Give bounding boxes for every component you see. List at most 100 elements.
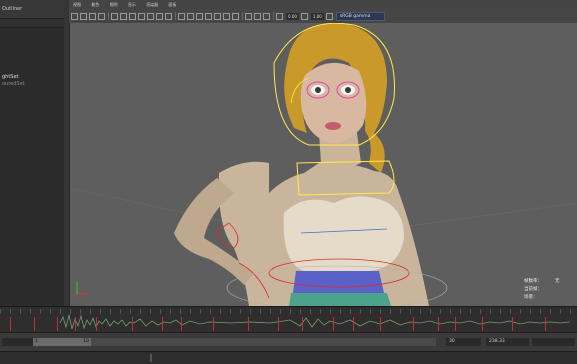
keyframe-marker[interactable] — [10, 317, 11, 331]
outliner-filter-strip[interactable] — [0, 19, 64, 28]
menu-lighting[interactable]: 照明 — [110, 2, 118, 7]
time-slider[interactable] — [0, 306, 577, 333]
timeline-tick — [530, 309, 531, 314]
shadows-icon[interactable] — [223, 12, 230, 20]
timeline-tick — [370, 309, 371, 314]
wireframe-icon[interactable] — [178, 12, 185, 20]
resolution-gate-icon[interactable] — [129, 12, 136, 20]
outliner-item-set[interactable]: ghtSet — [0, 74, 64, 81]
isolate-select-icon[interactable] — [245, 12, 252, 20]
viewport-menubar: 视图 着色 照明 显示 渲染器 面板 — [69, 0, 577, 9]
keyframe-marker[interactable] — [96, 317, 97, 331]
keyframe-marker[interactable] — [57, 317, 58, 331]
timeline-tick — [250, 309, 251, 314]
color-management-icon[interactable] — [325, 12, 333, 20]
left-pupil — [315, 87, 321, 93]
range-start-label: 1 — [35, 339, 38, 344]
menu-show[interactable]: 显示 — [128, 2, 136, 7]
keyframe-marker[interactable] — [380, 317, 381, 331]
timeline-tick — [430, 309, 431, 314]
gamma-icon[interactable] — [300, 12, 308, 20]
timeline-tick — [270, 309, 271, 314]
safe-action-icon[interactable] — [156, 12, 163, 20]
timeline-tick — [540, 309, 541, 314]
timeline-tick — [130, 309, 131, 314]
keyframe-marker[interactable] — [353, 317, 354, 331]
command-line[interactable] — [0, 351, 577, 364]
smooth-shade-icon[interactable] — [187, 12, 194, 20]
keyframe-marker[interactable] — [438, 317, 439, 331]
gate-mask-icon[interactable] — [138, 12, 145, 20]
range-slider-track[interactable] — [91, 338, 436, 346]
keyframe-marker[interactable] — [455, 317, 456, 331]
gamma-field[interactable]: 1.00 — [310, 12, 324, 20]
timeline-tick — [80, 309, 81, 314]
timeline-tick — [280, 309, 281, 314]
character-scene — [69, 23, 577, 306]
timeline-tick — [520, 309, 521, 314]
timeline-tick — [40, 309, 41, 314]
timeline-tick — [570, 309, 571, 314]
timeline-tick — [30, 309, 31, 314]
camera-attributes-icon[interactable] — [80, 12, 87, 20]
wireframe-on-shaded-icon[interactable] — [196, 12, 203, 20]
keyframe-marker[interactable] — [482, 317, 483, 331]
keyframe-marker[interactable] — [413, 317, 414, 331]
menu-view[interactable]: 视图 — [73, 2, 81, 7]
menu-renderer[interactable]: 渲染器 — [146, 2, 158, 7]
exposure-icon[interactable] — [276, 12, 283, 20]
3d-viewport[interactable]: 帧数率： 当前帧： 场景： 无 — [69, 23, 577, 306]
outliner-panel: Outliner ghtSet ouredSet — [0, 0, 65, 306]
keyframe-marker[interactable] — [34, 317, 35, 331]
camera-select-icon[interactable] — [71, 12, 78, 20]
xray-icon[interactable] — [254, 12, 261, 20]
image-plane-icon[interactable] — [98, 12, 105, 20]
range-end-field[interactable]: 30 — [446, 338, 481, 346]
xray-joints-icon[interactable] — [263, 12, 270, 20]
textured-icon[interactable] — [205, 12, 212, 20]
keyframe-marker[interactable] — [181, 317, 182, 331]
view-transform-dropdown[interactable]: sRGB gamma — [335, 11, 386, 21]
keyframe-marker[interactable] — [545, 317, 546, 331]
outliner-item-label: ghtSet — [2, 74, 19, 80]
keyframe-marker[interactable] — [302, 317, 303, 331]
fps-dropdown[interactable] — [532, 338, 575, 346]
keyframe-marker[interactable] — [75, 317, 76, 331]
outliner-item-set[interactable]: ouredSet — [0, 81, 64, 88]
timeline-tick — [410, 309, 411, 314]
animation-end-field[interactable]: 238.33 — [486, 338, 529, 346]
keyframe-marker[interactable] — [248, 317, 249, 331]
hud-label: 当前帧： — [524, 287, 542, 292]
field-chart-icon[interactable] — [147, 12, 154, 20]
range-slider-handle[interactable]: 1 10 — [33, 338, 91, 346]
use-all-lights-icon[interactable] — [214, 12, 221, 20]
keyframe-marker[interactable] — [162, 317, 163, 331]
timeline-tick — [510, 309, 511, 314]
bodice-shape — [283, 196, 404, 271]
timeline-tick — [100, 309, 101, 314]
menu-panels[interactable]: 面板 — [168, 2, 176, 7]
exposure-field[interactable]: 0.00 — [286, 12, 299, 20]
bookmark-icon[interactable] — [89, 12, 96, 20]
toolbar-separator — [108, 12, 109, 20]
screen-space-ao-icon[interactable] — [232, 12, 239, 20]
film-gate-icon[interactable] — [120, 12, 127, 20]
outliner-empty-area — [0, 28, 64, 74]
timeline-tick — [220, 309, 221, 314]
timeline-tick — [180, 309, 181, 314]
keyframe-marker[interactable] — [512, 317, 513, 331]
timeline-tick — [140, 309, 141, 314]
keyframe-marker[interactable] — [213, 317, 214, 331]
keyframe-marker[interactable] — [333, 317, 334, 331]
menu-shading[interactable]: 着色 — [91, 2, 99, 7]
animation-start-field[interactable] — [2, 338, 33, 346]
range-end-label: 10 — [83, 339, 89, 344]
safe-title-icon[interactable] — [165, 12, 172, 20]
timeline-tick — [160, 309, 161, 314]
timeline-tick — [310, 309, 311, 314]
grid-icon[interactable] — [111, 12, 118, 20]
keyframe-marker[interactable] — [132, 317, 133, 331]
timeline-tick — [60, 309, 61, 314]
keyframe-marker[interactable] — [278, 317, 279, 331]
timeline-tick — [50, 309, 51, 314]
